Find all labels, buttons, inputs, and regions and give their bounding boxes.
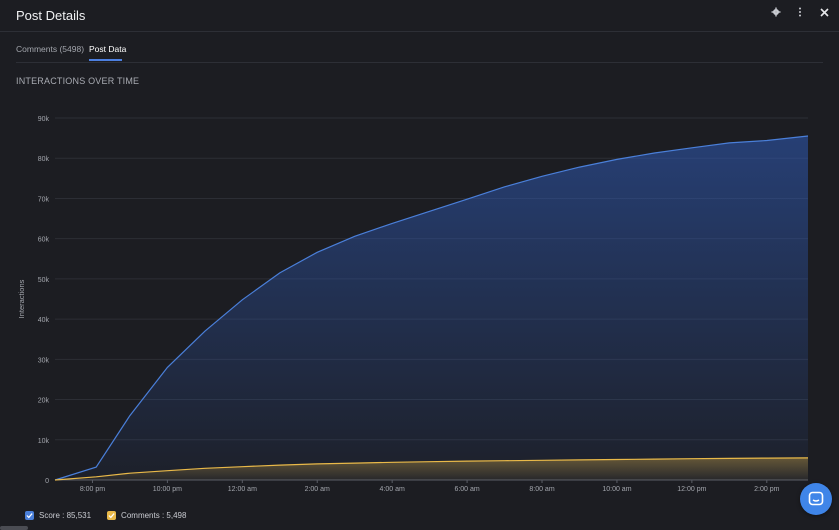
window-header: Post Details bbox=[0, 0, 839, 32]
active-tab-indicator bbox=[89, 59, 122, 61]
y-axis-label: Interactions bbox=[17, 279, 26, 318]
tab-comments[interactable]: Comments (5498) bbox=[16, 44, 84, 54]
y-tick-label: 70k bbox=[38, 196, 50, 203]
gear-icon[interactable] bbox=[769, 5, 783, 19]
x-tick-label: 10:00 pm bbox=[153, 486, 182, 493]
chart-legend: Score : 85,531 Comments : 5,498 bbox=[25, 511, 186, 520]
tab-bar: Comments (5498) Post Data bbox=[16, 42, 823, 63]
close-icon[interactable] bbox=[817, 5, 831, 19]
y-tick-label: 90k bbox=[38, 116, 50, 123]
legend-item-comments[interactable]: Comments : 5,498 bbox=[107, 511, 186, 520]
y-tick-label: 20k bbox=[38, 398, 50, 405]
window-title: Post Details bbox=[16, 8, 86, 23]
x-tick-label: 12:00 am bbox=[228, 486, 257, 493]
y-tick-label: 50k bbox=[38, 277, 50, 284]
header-actions bbox=[769, 5, 831, 19]
checkbox-icon[interactable] bbox=[107, 511, 117, 520]
y-tick-label: 0 bbox=[45, 478, 49, 485]
more-icon[interactable] bbox=[793, 5, 807, 19]
legend-label-score: Score : 85,531 bbox=[39, 511, 92, 520]
scrollbar-thumb[interactable] bbox=[0, 526, 28, 530]
y-tick-label: 40k bbox=[38, 317, 50, 324]
y-tick-label: 80k bbox=[38, 156, 50, 163]
x-tick-label: 8:00 am bbox=[529, 486, 554, 493]
legend-label-comments: Comments : 5,498 bbox=[121, 511, 187, 520]
interactions-chart: 0 10k 20k 30k 40k 50k 60k 70k 80k 90k Interactions… bbox=[17, 116, 809, 493]
x-tick-label: 8:00 pm bbox=[80, 486, 105, 493]
x-tick-label: 10:00 am bbox=[602, 486, 631, 493]
series-area-score bbox=[55, 136, 808, 480]
x-tick-label: 4:00 am bbox=[380, 486, 405, 493]
y-tick-label: 10k bbox=[38, 438, 50, 445]
y-tick-label: 60k bbox=[38, 237, 50, 244]
x-tick-label: 6:00 am bbox=[454, 486, 479, 493]
chat-button[interactable] bbox=[800, 483, 832, 515]
legend-item-score[interactable]: Score : 85,531 bbox=[25, 511, 91, 520]
checkbox-icon[interactable] bbox=[25, 511, 34, 520]
x-tick-label: 12:00 pm bbox=[677, 486, 706, 493]
y-tick-label: 30k bbox=[38, 357, 50, 364]
chat-icon bbox=[808, 491, 824, 506]
section-title: INTERACTIONS OVER TIME bbox=[16, 76, 140, 86]
x-tick-label: 2:00 am bbox=[305, 486, 330, 493]
tab-post-data[interactable]: Post Data bbox=[89, 44, 126, 54]
x-tick-label: 2:00 pm bbox=[754, 486, 779, 493]
